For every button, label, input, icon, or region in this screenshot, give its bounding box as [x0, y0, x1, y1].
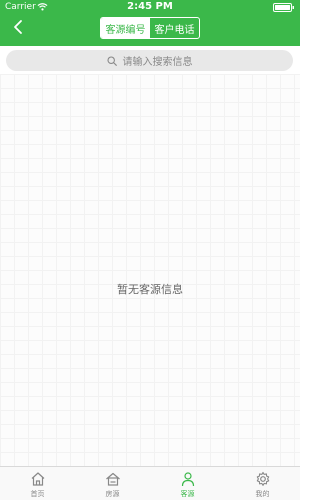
- status-bar: Carrier 2:45 PM: [0, 0, 300, 14]
- chevron-left-icon[interactable]: [10, 18, 28, 36]
- home-icon: [31, 472, 44, 486]
- person-icon: [181, 472, 194, 487]
- tabbar-label-profile: 我的: [255, 490, 270, 498]
- search-input[interactable]: 请输入搜索信息: [6, 50, 293, 71]
- house-icon: [105, 472, 120, 486]
- tabbar-item-profile[interactable]: 我的: [225, 467, 300, 500]
- tab-customer-phone[interactable]: 客户电话: [150, 18, 199, 38]
- empty-state-message: 暂无客源信息: [117, 283, 183, 296]
- top-bar: Carrier 2:45 PM 客源编号 客户电话: [0, 0, 300, 46]
- search-area: 请输入搜索信息: [0, 46, 300, 74]
- customer-list: 暂无客源信息: [0, 74, 300, 466]
- gear-icon: [256, 471, 269, 486]
- tabbar-item-home[interactable]: 首页: [0, 467, 75, 500]
- search-type-segmented-control: 客源编号 客户电话: [100, 17, 200, 39]
- search-icon: [106, 55, 117, 66]
- battery-icon: [273, 3, 294, 12]
- tabbar-label-listings: 房源: [105, 490, 120, 498]
- tab-customer-number[interactable]: 客源编号: [101, 18, 150, 38]
- tabbar-label-home: 首页: [30, 490, 45, 498]
- tabbar-item-customers[interactable]: 客源: [150, 467, 225, 500]
- tabbar-label-customers: 客源: [180, 490, 195, 498]
- tabbar-item-listings[interactable]: 房源: [75, 467, 150, 500]
- search-placeholder: 请输入搜索信息: [122, 57, 193, 68]
- status-time: 2:45 PM: [127, 1, 173, 12]
- bottom-tab-bar: 首页 房源 客源 我的: [0, 466, 300, 500]
